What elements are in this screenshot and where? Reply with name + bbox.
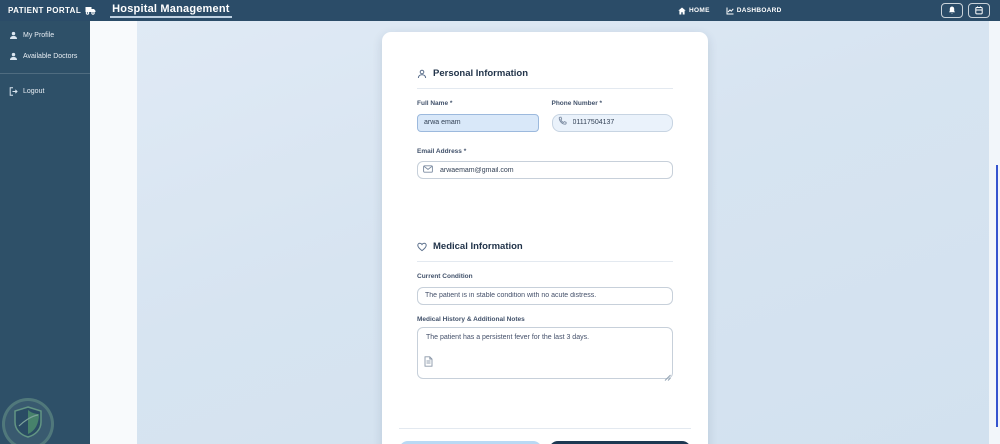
phone-icon xyxy=(558,117,567,126)
dashboard-chart-icon xyxy=(726,7,734,15)
medical-info-title: Medical Information xyxy=(433,241,523,252)
nav-dashboard-label: DASHBOARD xyxy=(736,7,782,14)
condition-field-group: Current Condition xyxy=(417,273,673,305)
nav-home[interactable]: HOME xyxy=(678,7,710,15)
sidebar-logout-label: Logout xyxy=(23,88,45,95)
phone-field-group: Phone Number * xyxy=(551,100,673,132)
sidebar-item-available-doctors[interactable]: Available Doctors xyxy=(0,46,90,67)
home-icon xyxy=(678,7,686,15)
document-icon xyxy=(424,355,433,367)
section-divider xyxy=(417,261,673,262)
condition-input[interactable] xyxy=(417,286,673,305)
full-name-label: Full Name * xyxy=(417,100,453,107)
sidebar-menu: My Profile Available Doctors Logout xyxy=(0,21,90,102)
history-textarea[interactable]: The patient has a persistent fever for t… xyxy=(417,326,673,379)
history-label: Medical History & Additional Notes xyxy=(417,315,525,323)
condition-label: Current Condition xyxy=(417,273,473,280)
form-actions: Cancel ✓ Confirm Booking xyxy=(382,429,708,444)
top-navigation: HOME DASHBOARD xyxy=(678,0,782,21)
full-name-input[interactable] xyxy=(417,113,539,132)
topbar: PATIENT PORTAL Hospital Management HOME xyxy=(0,0,1000,21)
user-icon xyxy=(9,31,18,40)
topbar-actions xyxy=(941,3,990,18)
sidebar-item-logout[interactable]: Logout xyxy=(0,81,90,102)
email-input[interactable] xyxy=(417,161,673,179)
section-divider xyxy=(417,88,673,89)
doctor-icon xyxy=(9,52,18,61)
calendar-icon xyxy=(975,6,983,15)
person-icon xyxy=(417,69,427,79)
ambulance-icon xyxy=(85,6,96,15)
clinic-shield-logo xyxy=(2,398,54,444)
heart-icon xyxy=(417,242,427,252)
left-gutter xyxy=(90,21,137,444)
history-field-group: Medical History & Additional Notes The p… xyxy=(417,316,673,384)
sidebar-item-label: Available Doctors xyxy=(23,53,78,60)
email-icon xyxy=(423,165,433,173)
phone-label: Phone Number * xyxy=(551,100,603,107)
page-title: Hospital Management xyxy=(110,3,232,18)
booking-form-card: Personal Information Full Name * Phone N… xyxy=(382,32,708,444)
brand-label: PATIENT PORTAL xyxy=(8,6,82,15)
bell-icon xyxy=(948,6,956,15)
logout-icon xyxy=(9,87,18,96)
scrollbar-thumb[interactable] xyxy=(996,165,998,427)
cancel-button[interactable]: Cancel xyxy=(399,440,542,444)
personal-info-header: Personal Information xyxy=(417,68,673,79)
sidebar-item-my-profile[interactable]: My Profile xyxy=(0,25,90,46)
nav-home-label: HOME xyxy=(689,7,710,14)
medical-info-header: Medical Information xyxy=(417,241,673,252)
email-field-group: Email Address * xyxy=(417,147,673,179)
schedule-button[interactable] xyxy=(968,3,990,18)
brand: PATIENT PORTAL xyxy=(0,6,96,15)
sidebar-divider xyxy=(0,73,90,74)
notifications-button[interactable] xyxy=(941,3,963,18)
full-name-field-group: Full Name * xyxy=(417,100,539,132)
main-content: Personal Information Full Name * Phone N… xyxy=(90,21,1000,444)
email-label: Email Address * xyxy=(417,147,467,155)
sidebar: My Profile Available Doctors Logout xyxy=(0,21,90,444)
phone-input[interactable] xyxy=(551,113,673,132)
sidebar-item-label: My Profile xyxy=(23,32,55,39)
resize-handle[interactable] xyxy=(664,374,671,381)
nav-dashboard[interactable]: DASHBOARD xyxy=(726,7,782,15)
scrollbar-track xyxy=(989,21,1000,444)
personal-info-title: Personal Information xyxy=(433,68,529,79)
confirm-booking-button[interactable]: ✓ Confirm Booking xyxy=(548,440,691,444)
